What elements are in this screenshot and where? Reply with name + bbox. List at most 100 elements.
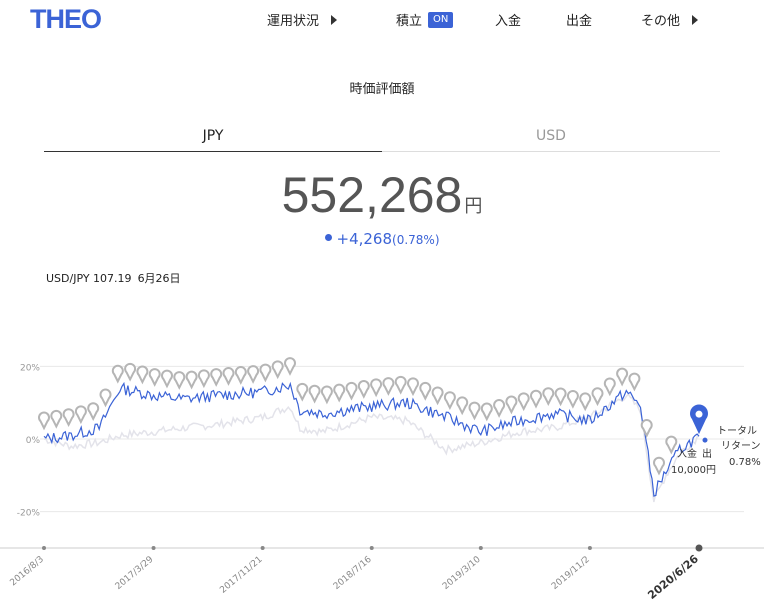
- nav-withdraw-label: 出金: [566, 14, 593, 29]
- nav-other-label: その他: [641, 14, 681, 29]
- deposit-marker-icon[interactable]: [210, 368, 223, 387]
- gain-dot-icon: [324, 234, 332, 241]
- deposit-marker-icon[interactable]: [148, 368, 161, 387]
- deposit-marker-icon[interactable]: [419, 382, 432, 401]
- x-tick-label: 2018/7/16: [332, 554, 374, 591]
- deposit-marker-icon[interactable]: [530, 389, 542, 409]
- deposit-marker-icon[interactable]: [542, 387, 555, 407]
- deposit-marker-icon[interactable]: [431, 386, 444, 406]
- x-tick-dot: [478, 546, 483, 550]
- deposit-value: 10,000円: [671, 465, 716, 476]
- x-tick-label: 2017/3/29: [114, 554, 156, 591]
- deposit-marker-icon[interactable]: [136, 365, 149, 385]
- deposit-marker-icon[interactable]: [370, 378, 383, 398]
- deposit-marker-icon[interactable]: [74, 405, 87, 425]
- nav-other[interactable]: その他: [641, 10, 699, 29]
- deposit-marker-icon[interactable]: [197, 369, 210, 389]
- total-return-sublabel: リターン: [721, 440, 761, 452]
- top-nav: 運用状況 積立 ON 入金 出金 その他: [0, 0, 764, 34]
- nav-auto-invest-label: 積立: [396, 14, 423, 29]
- deposit-marker-icon[interactable]: [87, 402, 100, 421]
- deposit-marker-icon[interactable]: [616, 367, 629, 387]
- x-tick-label: 2019/3/10: [441, 554, 483, 591]
- x-tick-label: 2020/6/26: [645, 552, 701, 602]
- deposit-marker-icon[interactable]: [185, 370, 198, 390]
- deposit-marker-icon[interactable]: [394, 375, 407, 395]
- deposit-marker-icon[interactable]: [591, 387, 604, 407]
- tab-usd[interactable]: USD: [382, 128, 720, 152]
- deposit-marker-icon[interactable]: [493, 399, 506, 418]
- total-return-series-line: [43, 381, 700, 497]
- auto-invest-status-badge: ON: [428, 11, 454, 28]
- deposit-marker-icon[interactable]: [468, 401, 481, 421]
- deposit-marker-icon[interactable]: [443, 391, 456, 411]
- caret-right-icon: [331, 14, 338, 25]
- deposit-marker-icon[interactable]: [50, 409, 63, 429]
- fx-pair: USD/JPY 107.19: [46, 272, 132, 285]
- x-tick-dot: [587, 546, 592, 550]
- deposit-marker-icon[interactable]: [62, 408, 75, 428]
- x-tick-dot: [695, 544, 703, 552]
- deposit-marker-icon[interactable]: [628, 372, 641, 392]
- deposit-marker-icon[interactable]: [640, 419, 653, 438]
- deposit-marker-icon[interactable]: [271, 360, 284, 380]
- deposit-marker-icon[interactable]: [566, 390, 579, 409]
- page-title: 時価評価額: [349, 82, 415, 97]
- deposit-marker-icon[interactable]: [456, 396, 469, 416]
- performance-chart[interactable]: 20% 0% -20% トータル リターン 0.78% 入金出 10,000円 2016/8/3…: [0, 330, 764, 614]
- deposit-label: 入金: [677, 447, 697, 460]
- deposit-marker-icon[interactable]: [480, 402, 493, 422]
- total-return-point: [702, 437, 708, 443]
- deposit-marker-icon[interactable]: [296, 382, 309, 402]
- valuation-number: 552,268: [281, 167, 463, 223]
- deposit-marker-icon[interactable]: [505, 395, 518, 415]
- deposit-marker-icon[interactable]: [382, 377, 395, 396]
- deposit-marker-icon[interactable]: [284, 357, 296, 376]
- deposit-marker-icon[interactable]: [38, 411, 50, 431]
- deposit-marker-icon[interactable]: [247, 365, 260, 384]
- fx-rate: USD/JPY 107.19 6月26日: [46, 270, 187, 286]
- current-position-marker-dot: [695, 410, 703, 418]
- deposit-marker-icon[interactable]: [579, 392, 592, 412]
- nav-deposit-label: 入金: [495, 14, 522, 29]
- nav-performance[interactable]: 運用状況: [267, 10, 338, 29]
- deposit-marker-icon[interactable]: [161, 369, 173, 389]
- deposit-marker-icon[interactable]: [603, 377, 616, 397]
- fx-date: 6月26日: [137, 272, 181, 285]
- x-tick-label: 2019/11/2: [550, 555, 592, 592]
- total-return-value: 0.78%: [729, 457, 761, 468]
- deposit-marker-icon[interactable]: [653, 456, 665, 476]
- deposit-marker-icon[interactable]: [222, 367, 235, 386]
- deposit-marker-icon[interactable]: [554, 387, 567, 407]
- nav-performance-label: 運用状況: [267, 14, 320, 29]
- gain-percent: (0.78%): [392, 233, 440, 247]
- deposit-marker-icon[interactable]: [259, 363, 272, 383]
- deposit-marker-icon[interactable]: [357, 380, 370, 399]
- y-tick-label: -20%: [17, 509, 41, 519]
- x-tick-label: 2017/11/21: [218, 555, 264, 596]
- deposit-marker-icon[interactable]: [308, 384, 321, 404]
- nav-auto-invest[interactable]: 積立 ON: [396, 10, 454, 29]
- currency-tabs: JPY USD: [44, 128, 720, 152]
- deposit-marker-icon[interactable]: [124, 362, 137, 382]
- current-position-marker-icon: [690, 404, 709, 435]
- deposit-marker-icon[interactable]: [517, 392, 530, 412]
- deposit-marker-icon[interactable]: [111, 364, 124, 384]
- y-tick-label: 20%: [20, 363, 40, 373]
- gain-amount: +4,268: [336, 230, 393, 248]
- deposit-marker-icon[interactable]: [234, 366, 247, 385]
- tab-jpy[interactable]: JPY: [44, 128, 382, 152]
- deposit-marker-icon[interactable]: [407, 377, 419, 397]
- nav-deposit[interactable]: 入金: [495, 10, 521, 29]
- performance-chart-svg[interactable]: 20% 0% -20% トータルリターン 0.78% 入金 出 10,000円 2016/8/3…: [0, 330, 764, 614]
- x-tick-dot: [260, 546, 265, 550]
- deposit-marker-icon[interactable]: [320, 385, 333, 405]
- nav-withdraw[interactable]: 出金: [566, 10, 592, 29]
- deposit-marker-icon[interactable]: [333, 383, 346, 403]
- deposit-marker-icon[interactable]: [173, 371, 186, 390]
- deposit-marker-icon[interactable]: [99, 388, 112, 408]
- valuation-unit: 円: [464, 196, 483, 217]
- deposit-marker-icon[interactable]: [665, 435, 678, 455]
- deposit-marker-icon[interactable]: [345, 381, 358, 401]
- y-tick-label: 0%: [26, 436, 41, 446]
